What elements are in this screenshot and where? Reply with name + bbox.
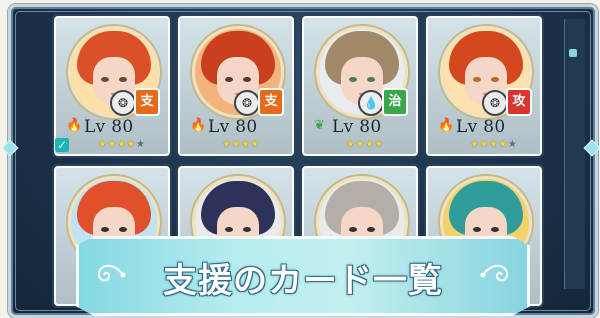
flame-icon: 🔥	[66, 118, 83, 133]
portrait-eye	[349, 227, 357, 232]
portrait-eye	[101, 77, 109, 82]
level-text: Lv 80	[456, 117, 506, 137]
star-rating: ★★★★	[222, 139, 260, 150]
level-row: ❦ Lv 80	[314, 117, 406, 137]
portrait-eye	[243, 227, 251, 232]
role-badge: 攻	[506, 88, 532, 116]
portrait-eye	[225, 77, 233, 82]
star-icon: ★	[116, 139, 127, 150]
star-icon: ★	[355, 139, 365, 150]
star-rating: ★★★★	[346, 139, 384, 150]
role-badge: 支	[258, 88, 284, 116]
role-badge: 支	[134, 88, 160, 116]
star-icon: ★	[498, 139, 508, 150]
role-badge: 治	[382, 88, 408, 116]
portrait-eye	[473, 227, 481, 232]
scrollbar-thumb[interactable]	[569, 49, 577, 57]
character-card[interactable]: ❂ 支 🔥 Lv 80 ★★★★	[178, 16, 294, 156]
scrollbar[interactable]	[564, 19, 585, 289]
star-icon: ★	[364, 139, 375, 150]
portrait-eye	[491, 77, 499, 82]
fire-emblem-icon: ❂	[234, 90, 260, 116]
flame-icon: 🔥	[438, 118, 455, 133]
water-drop-icon: 💧	[358, 90, 384, 116]
star-rating: ★★★★★	[470, 139, 517, 150]
star-icon: ★	[126, 139, 136, 150]
level-row: 🔥 Lv 80	[66, 117, 158, 137]
fire-emblem-icon: ❂	[482, 90, 508, 116]
portrait-eye	[491, 227, 499, 232]
flourish-right-icon	[480, 264, 509, 282]
fire-emblem-icon: ❂	[110, 90, 136, 116]
portrait-eye	[225, 227, 233, 232]
star-icon: ★	[135, 139, 146, 150]
star-icon: ★	[240, 139, 251, 150]
portrait-eye	[243, 77, 251, 82]
portrait-eye	[473, 77, 481, 82]
star-rating: ★★★★★	[98, 139, 145, 150]
title-banner: 支援のカード一覧	[76, 236, 530, 316]
star-icon: ★	[231, 139, 241, 150]
star-icon: ★	[488, 139, 499, 150]
checkbox-checked-icon[interactable]: ✓	[55, 138, 69, 152]
leaf-icon: ❦	[314, 118, 325, 133]
star-icon: ★	[479, 139, 489, 150]
portrait-eye	[349, 77, 357, 82]
portrait-eye	[101, 227, 109, 232]
banner-title: 支援のカード一覧	[163, 261, 443, 301]
character-card[interactable]: ❂ 支 🔥 Lv 80 ★★★★★ ✓	[54, 16, 170, 156]
portrait-eye	[119, 227, 127, 232]
flame-icon: 🔥	[190, 118, 207, 133]
level-text: Lv 80	[332, 117, 382, 137]
level-row: 🔥 Lv 80	[438, 117, 530, 137]
portrait-eye	[367, 227, 375, 232]
portrait-eye	[367, 77, 375, 82]
level-text: Lv 80	[208, 117, 258, 137]
star-icon: ★	[250, 139, 260, 150]
character-card[interactable]: ❂ 攻 🔥 Lv 80 ★★★★★	[426, 16, 542, 156]
star-icon: ★	[507, 139, 518, 150]
star-icon: ★	[374, 139, 384, 150]
character-card[interactable]: 💧 治 ❦ Lv 80 ★★★★	[302, 16, 418, 156]
level-text: Lv 80	[84, 117, 134, 137]
level-row: 🔥 Lv 80	[190, 117, 282, 137]
portrait-eye	[119, 77, 127, 82]
star-icon: ★	[107, 139, 117, 150]
